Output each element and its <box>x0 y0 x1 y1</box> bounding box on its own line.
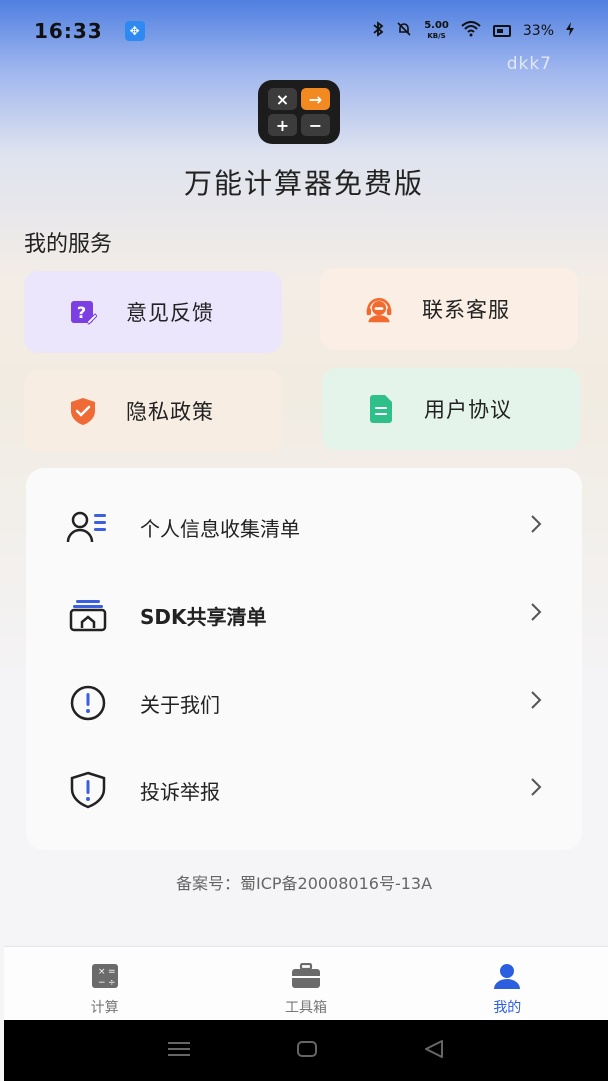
back-nav-icon[interactable] <box>423 1039 445 1063</box>
logo-plus-icon: + <box>268 114 297 136</box>
svg-text:=: = <box>108 967 116 977</box>
about-us-label: 关于我们 <box>140 692 220 717</box>
svg-text:÷: ÷ <box>108 978 116 988</box>
bluetooth-icon <box>372 21 384 41</box>
battery-icon <box>492 25 511 37</box>
home-nav-icon[interactable] <box>296 1040 318 1062</box>
charging-icon <box>566 22 574 40</box>
battery-level: 33% <box>522 23 554 39</box>
report-label: 投诉举报 <box>140 779 220 804</box>
tab-mine[interactable]: 我的 <box>407 947 608 1020</box>
services-title: 我的服务 <box>24 232 113 257</box>
personal-info-icon <box>66 508 110 546</box>
tab-calculate[interactable]: × = − ÷ 计算 <box>4 947 205 1020</box>
settings-list: 个人信息收集清单 SDK共享清单 关于我们 投诉举报 <box>26 468 582 850</box>
contact-service-button[interactable]: 联系客服 <box>320 268 578 350</box>
privacy-policy-button[interactable]: 隐私政策 <box>24 370 282 452</box>
feedback-icon: ? <box>68 297 98 327</box>
customer-service-icon <box>364 294 394 324</box>
logo-minus-icon: − <box>301 114 330 136</box>
about-us-list-item[interactable]: 关于我们 <box>26 660 582 746</box>
shield-icon <box>68 396 98 426</box>
svg-text:?: ? <box>77 303 87 322</box>
network-speed-value: 5.00 <box>424 20 449 31</box>
network-speed-unit: KB/S <box>427 32 446 40</box>
info-icon <box>66 684 110 722</box>
svg-text:×: × <box>98 967 106 977</box>
wifi-icon <box>461 21 481 41</box>
status-bar: 16:33 ✥ 5.00 KB/S 33% <box>0 0 608 62</box>
app-logo: × → + − <box>258 80 340 144</box>
bottom-tab-bar: × = − ÷ 计算 工具箱 我的 <box>4 946 608 1020</box>
status-time: 16:33 <box>34 19 103 43</box>
toolbox-icon <box>291 963 321 989</box>
tab-calculate-label: 计算 <box>90 1000 119 1016</box>
personal-info-label: 个人信息收集清单 <box>140 516 300 541</box>
menu-nav-icon[interactable] <box>167 1040 191 1062</box>
tab-toolbox-label: 工具箱 <box>284 1000 327 1016</box>
privacy-policy-label: 隐私政策 <box>126 400 214 424</box>
system-navigation-bar <box>4 1020 608 1081</box>
user-agreement-label: 用户协议 <box>424 398 512 422</box>
watermark: dkk7 <box>506 54 552 74</box>
profile-icon <box>493 963 521 989</box>
feedback-button[interactable]: ? 意见反馈 <box>24 271 282 353</box>
logo-arrow-icon: → <box>301 88 330 110</box>
chevron-right-icon <box>530 690 542 716</box>
personal-info-list-item[interactable]: 个人信息收集清单 <box>26 484 582 570</box>
icp-record: 备案号：蜀ICP备20008016号-13A <box>175 874 433 893</box>
document-icon <box>366 394 396 424</box>
contact-service-label: 联系客服 <box>422 298 510 322</box>
report-shield-icon <box>66 771 110 809</box>
mute-bell-icon <box>396 21 412 41</box>
app-title: 万能计算器免费版 <box>183 167 424 200</box>
chevron-right-icon <box>530 514 542 540</box>
svg-text:−: − <box>98 978 106 988</box>
sdk-share-list-item[interactable]: SDK共享清单 <box>26 572 582 658</box>
calculator-icon: × = − ÷ <box>91 963 119 989</box>
feedback-label: 意见反馈 <box>126 301 214 325</box>
notification-app-icon: ✥ <box>124 21 145 41</box>
network-speed: 5.00 KB/S <box>424 21 449 41</box>
sdk-share-label: SDK共享清单 <box>140 604 267 629</box>
tab-toolbox[interactable]: 工具箱 <box>205 947 406 1020</box>
chevron-right-icon <box>530 777 542 803</box>
logo-multiply-icon: × <box>268 88 297 110</box>
report-list-item[interactable]: 投诉举报 <box>26 747 582 833</box>
user-agreement-button[interactable]: 用户协议 <box>322 368 580 450</box>
tab-mine-label: 我的 <box>493 1000 522 1016</box>
chevron-right-icon <box>530 602 542 628</box>
status-indicators: 5.00 KB/S 33% <box>372 21 574 41</box>
sdk-share-icon <box>66 596 110 634</box>
